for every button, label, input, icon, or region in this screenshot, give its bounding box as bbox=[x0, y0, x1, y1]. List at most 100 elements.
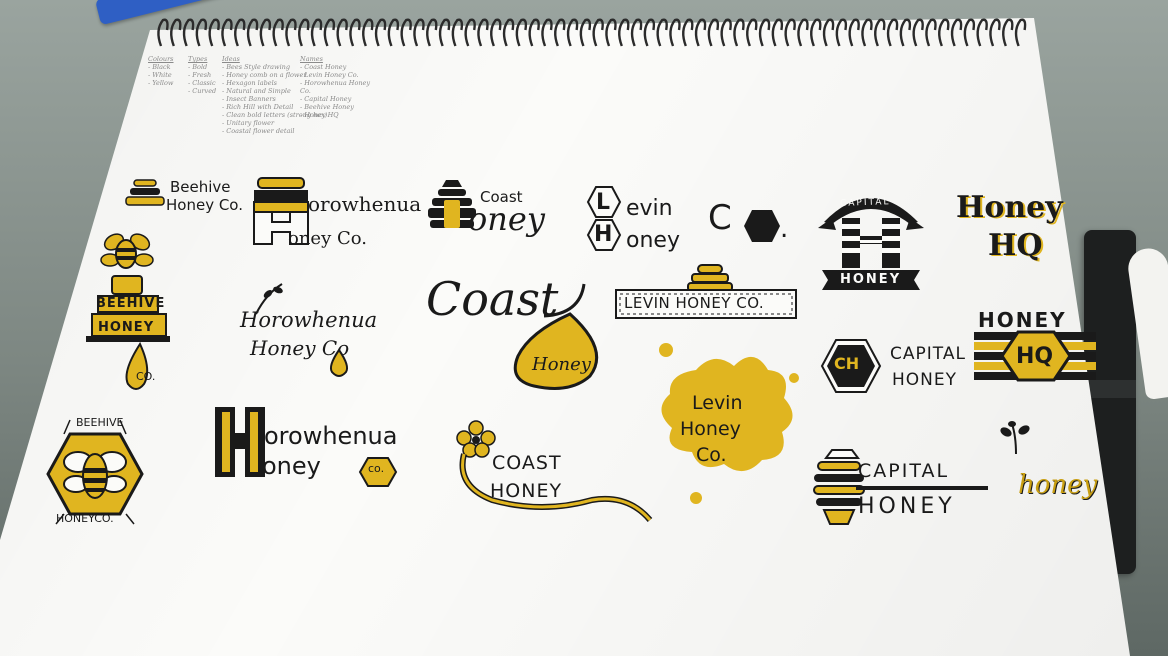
spiral-loop bbox=[234, 18, 246, 47]
beehive-2-drop: CO. bbox=[136, 370, 156, 383]
capital-2-line1: CAPITAL bbox=[890, 344, 966, 364]
spiral-loop bbox=[170, 18, 182, 47]
capital-1-arch: CAPITAL bbox=[839, 197, 891, 209]
spiral-loop bbox=[822, 18, 835, 47]
bee-icon bbox=[100, 233, 154, 269]
spiral-loop bbox=[374, 18, 387, 47]
spiral-loop bbox=[618, 18, 630, 47]
spiral-loop bbox=[643, 18, 656, 47]
coast-3-line2: HONEY bbox=[490, 480, 563, 502]
spiral-loop bbox=[310, 18, 323, 47]
coast-1-line2: oney bbox=[468, 200, 545, 238]
spiral-loop bbox=[848, 18, 860, 47]
notes-item: - Unitary flower bbox=[222, 119, 275, 127]
capital-2-line2: HONEY bbox=[892, 370, 958, 390]
spiral-loop bbox=[925, 18, 937, 47]
spiral-loop bbox=[259, 18, 272, 47]
notes-item: - Black bbox=[148, 63, 171, 71]
notes-item: - Classic bbox=[188, 79, 216, 87]
notes-types-title: Types bbox=[188, 55, 208, 63]
horowhenua-3-co: co. bbox=[368, 462, 385, 475]
capital-3-line2: HONEY bbox=[858, 494, 956, 519]
beehive-1-line1: Beehive bbox=[170, 178, 231, 196]
spiral-loop bbox=[502, 18, 515, 47]
spiral-loop bbox=[426, 18, 438, 47]
spiral-loop bbox=[541, 18, 553, 47]
spiral-loop bbox=[720, 18, 732, 47]
honeyhq-1-line2: HQ bbox=[988, 228, 1043, 263]
spiral-loop bbox=[323, 18, 336, 47]
spiral-loop bbox=[157, 18, 169, 47]
spiral-loop bbox=[528, 18, 540, 47]
spiral-loop bbox=[810, 18, 822, 47]
spiral-loop bbox=[835, 18, 848, 47]
spiral-loop bbox=[886, 18, 899, 47]
spiral-loop bbox=[272, 18, 284, 47]
spiral-loop bbox=[733, 18, 745, 47]
notes-item: - Honey HQ bbox=[300, 111, 339, 119]
levin-1-l: L bbox=[596, 190, 611, 215]
spiral-loop bbox=[464, 18, 476, 47]
spiral-loop bbox=[221, 18, 233, 47]
notes-colours: Colours - Black - White - Yellow bbox=[148, 55, 174, 87]
spiral-loop bbox=[758, 18, 771, 47]
levin-1-co: C bbox=[708, 198, 732, 238]
notes-item: - White bbox=[148, 71, 172, 79]
notes-item: - Horowhenua Honey Co. bbox=[300, 79, 371, 95]
beehive-2-line1: BEEHIVE bbox=[96, 296, 166, 311]
honeyhq-2-badge: HQ bbox=[1016, 344, 1054, 369]
spiral-loop bbox=[797, 18, 809, 47]
spiral-loop bbox=[605, 18, 617, 47]
spiral-loop bbox=[182, 18, 195, 47]
pencil-notes: Colours - Black - White - Yellow Types -… bbox=[140, 55, 380, 165]
beehive-1-line2: Honey Co. bbox=[166, 196, 243, 214]
notes-item: - Beehive Honey bbox=[300, 103, 354, 111]
notes-item: - Coastal flower detail bbox=[222, 127, 295, 135]
spiral-loop bbox=[976, 18, 988, 47]
spiral-loop bbox=[938, 18, 950, 47]
spiral-loop bbox=[246, 18, 259, 47]
levin-3-line3: Co. bbox=[696, 444, 727, 466]
spiral-loop bbox=[362, 18, 374, 47]
beehive-3-bottom: HONEYCO. bbox=[56, 512, 114, 525]
spiral-loop bbox=[682, 18, 694, 47]
spiral-loop bbox=[707, 18, 720, 47]
spiral-loop bbox=[451, 18, 464, 47]
horowhenua-2-line1: Horowhenua bbox=[240, 308, 378, 332]
notes-item: - Curved bbox=[188, 87, 217, 95]
spiral-loop bbox=[1002, 18, 1014, 47]
levin-1-dot: . bbox=[780, 214, 789, 244]
spiral-loop bbox=[1014, 18, 1027, 47]
spiral-loop bbox=[630, 18, 643, 47]
spiral-loop bbox=[861, 18, 873, 47]
capital-2-badge: CH bbox=[834, 354, 860, 373]
spiral-loop bbox=[963, 18, 976, 47]
notes-names: Names - Coast Honey - Levin Honey Co. - … bbox=[300, 55, 380, 119]
spiral-loop bbox=[515, 18, 528, 47]
spiral-loop bbox=[285, 18, 297, 47]
spiral-loop bbox=[477, 18, 489, 47]
capital-1-banner: HONEY bbox=[840, 272, 902, 287]
drip-drop-icon bbox=[513, 283, 599, 390]
horowhenua-1-line1: orowhenua bbox=[308, 192, 422, 216]
hexagon-icon bbox=[744, 210, 780, 242]
sprig-leaves-icon bbox=[1000, 421, 1030, 455]
honeyhq-1-line1: Honey bbox=[956, 190, 1063, 225]
levin-1-line1: evin bbox=[626, 196, 673, 221]
spiral-loop bbox=[771, 18, 784, 47]
spiral-loop bbox=[400, 18, 412, 47]
spiral-loop bbox=[298, 18, 310, 47]
spiral-loop bbox=[592, 18, 604, 47]
spiral-loop bbox=[349, 18, 361, 47]
levin-2-banner: LEVIN HONEY CO. bbox=[624, 294, 765, 312]
spiral-loop bbox=[694, 18, 707, 47]
levin-3-line2: Honey bbox=[680, 418, 741, 440]
beehive-3-top: BEEHIVE bbox=[76, 416, 124, 429]
spiral-loop bbox=[669, 18, 681, 47]
spiral-loop bbox=[566, 18, 579, 47]
spiral-loop bbox=[208, 18, 220, 47]
spiral-loop bbox=[336, 18, 348, 47]
spiral-loop bbox=[912, 18, 924, 47]
spiral-loop bbox=[195, 18, 208, 47]
spiral-loop bbox=[554, 18, 566, 47]
